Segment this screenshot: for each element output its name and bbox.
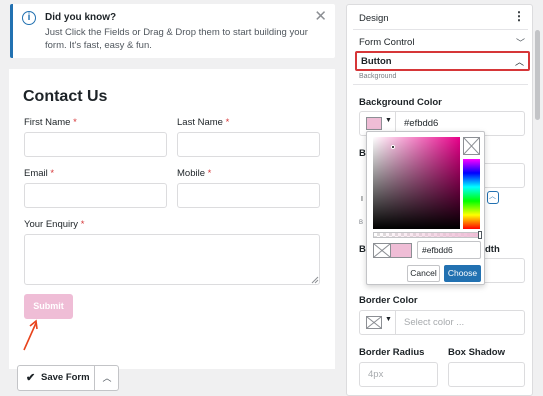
background-sublabel: Background bbox=[359, 73, 397, 80]
panel-title: Design bbox=[359, 13, 389, 24]
form-preview-card: Contact Us First Name * Last Name * Emai… bbox=[9, 69, 335, 369]
notice-text: Just Click the Fields or Drag & Drop the… bbox=[45, 27, 308, 51]
border-radius-placeholder: 4px bbox=[368, 369, 384, 380]
choose-button[interactable]: Choose bbox=[444, 265, 481, 282]
panel-scrollbar[interactable] bbox=[535, 30, 540, 120]
did-you-know-notice: i Did you know? Just Click the Fields or… bbox=[10, 4, 335, 58]
box-shadow-input[interactable] bbox=[448, 362, 525, 387]
color-picker-popup: #efbdd6 Cancel Choose bbox=[366, 131, 485, 285]
border-color-input[interactable]: ▼ Select color ... bbox=[359, 310, 525, 335]
more-options-icon[interactable]: ⋮ bbox=[513, 9, 525, 23]
clear-color-icon[interactable] bbox=[463, 137, 480, 155]
saturation-area[interactable] bbox=[373, 137, 460, 229]
annotation-arrow-icon bbox=[23, 319, 38, 351]
chevron-up-icon: ︿ bbox=[514, 57, 524, 67]
notice-title: Did you know? bbox=[45, 12, 117, 23]
no-color-swatch-icon bbox=[366, 316, 382, 329]
close-icon[interactable]: ✕ bbox=[314, 9, 327, 25]
background-color-value: #efbdd6 bbox=[404, 118, 439, 129]
button-section-header[interactable]: Button ︿ bbox=[355, 51, 530, 71]
border-color-swatch-button[interactable]: ▼ bbox=[360, 311, 396, 334]
hex-input[interactable]: #efbdd6 bbox=[417, 241, 481, 259]
chevron-up-icon[interactable]: ︿ bbox=[487, 191, 499, 204]
alpha-slider[interactable] bbox=[373, 231, 482, 239]
first-name-label: First Name * bbox=[24, 117, 77, 128]
background-color-label: Background Color bbox=[359, 97, 442, 108]
first-name-field[interactable] bbox=[24, 132, 167, 157]
divider bbox=[353, 29, 528, 30]
button-section-label: Button bbox=[361, 56, 392, 67]
hidden-fragment: B bbox=[359, 220, 364, 226]
border-radius-label: Border Radius bbox=[359, 347, 425, 358]
hue-slider[interactable] bbox=[463, 159, 480, 229]
submit-button[interactable]: Submit bbox=[24, 294, 73, 319]
mobile-label: Mobile * bbox=[177, 168, 212, 179]
resize-handle-icon[interactable] bbox=[311, 276, 319, 284]
email-label: Email * bbox=[24, 168, 55, 179]
last-name-field[interactable] bbox=[177, 132, 320, 157]
border-color-placeholder: Select color ... bbox=[404, 317, 465, 328]
form-control-section[interactable]: Form Control bbox=[359, 37, 414, 48]
last-name-label: Last Name * bbox=[177, 117, 230, 128]
caret-down-icon: ▼ bbox=[385, 117, 392, 124]
hidden-fragment: I bbox=[361, 196, 363, 203]
no-color-preview-icon bbox=[373, 243, 391, 258]
divider bbox=[353, 84, 528, 85]
email-field[interactable] bbox=[24, 183, 167, 208]
border-color-label: Border Color bbox=[359, 295, 418, 306]
hidden-label-fragment: B bbox=[359, 244, 366, 255]
cancel-button[interactable]: Cancel bbox=[407, 265, 440, 282]
current-color-preview bbox=[391, 243, 412, 258]
save-form-group: ✔ Save Form ︿ bbox=[17, 365, 119, 391]
mobile-field[interactable] bbox=[177, 183, 320, 208]
hidden-label-fragment: B bbox=[359, 148, 366, 159]
enquiry-label: Your Enquiry * bbox=[24, 219, 85, 230]
form-title: Contact Us bbox=[23, 88, 108, 105]
alpha-handle[interactable] bbox=[478, 231, 482, 239]
save-form-label: Save Form bbox=[41, 372, 90, 383]
save-form-button[interactable]: ✔ Save Form bbox=[18, 366, 94, 390]
box-shadow-label: Box Shadow bbox=[448, 347, 506, 358]
color-swatch bbox=[366, 117, 382, 130]
chevron-down-icon[interactable]: ﹀ bbox=[516, 36, 525, 49]
chevron-up-icon[interactable]: ︿ bbox=[94, 366, 119, 390]
check-icon: ✔ bbox=[26, 372, 36, 384]
border-radius-input[interactable]: 4px bbox=[359, 362, 438, 387]
hidden-label-fragment: dth bbox=[485, 244, 500, 255]
info-icon: i bbox=[22, 11, 36, 25]
saturation-handle[interactable] bbox=[391, 145, 395, 149]
enquiry-textarea[interactable] bbox=[24, 234, 320, 285]
caret-down-icon: ▼ bbox=[385, 316, 392, 323]
